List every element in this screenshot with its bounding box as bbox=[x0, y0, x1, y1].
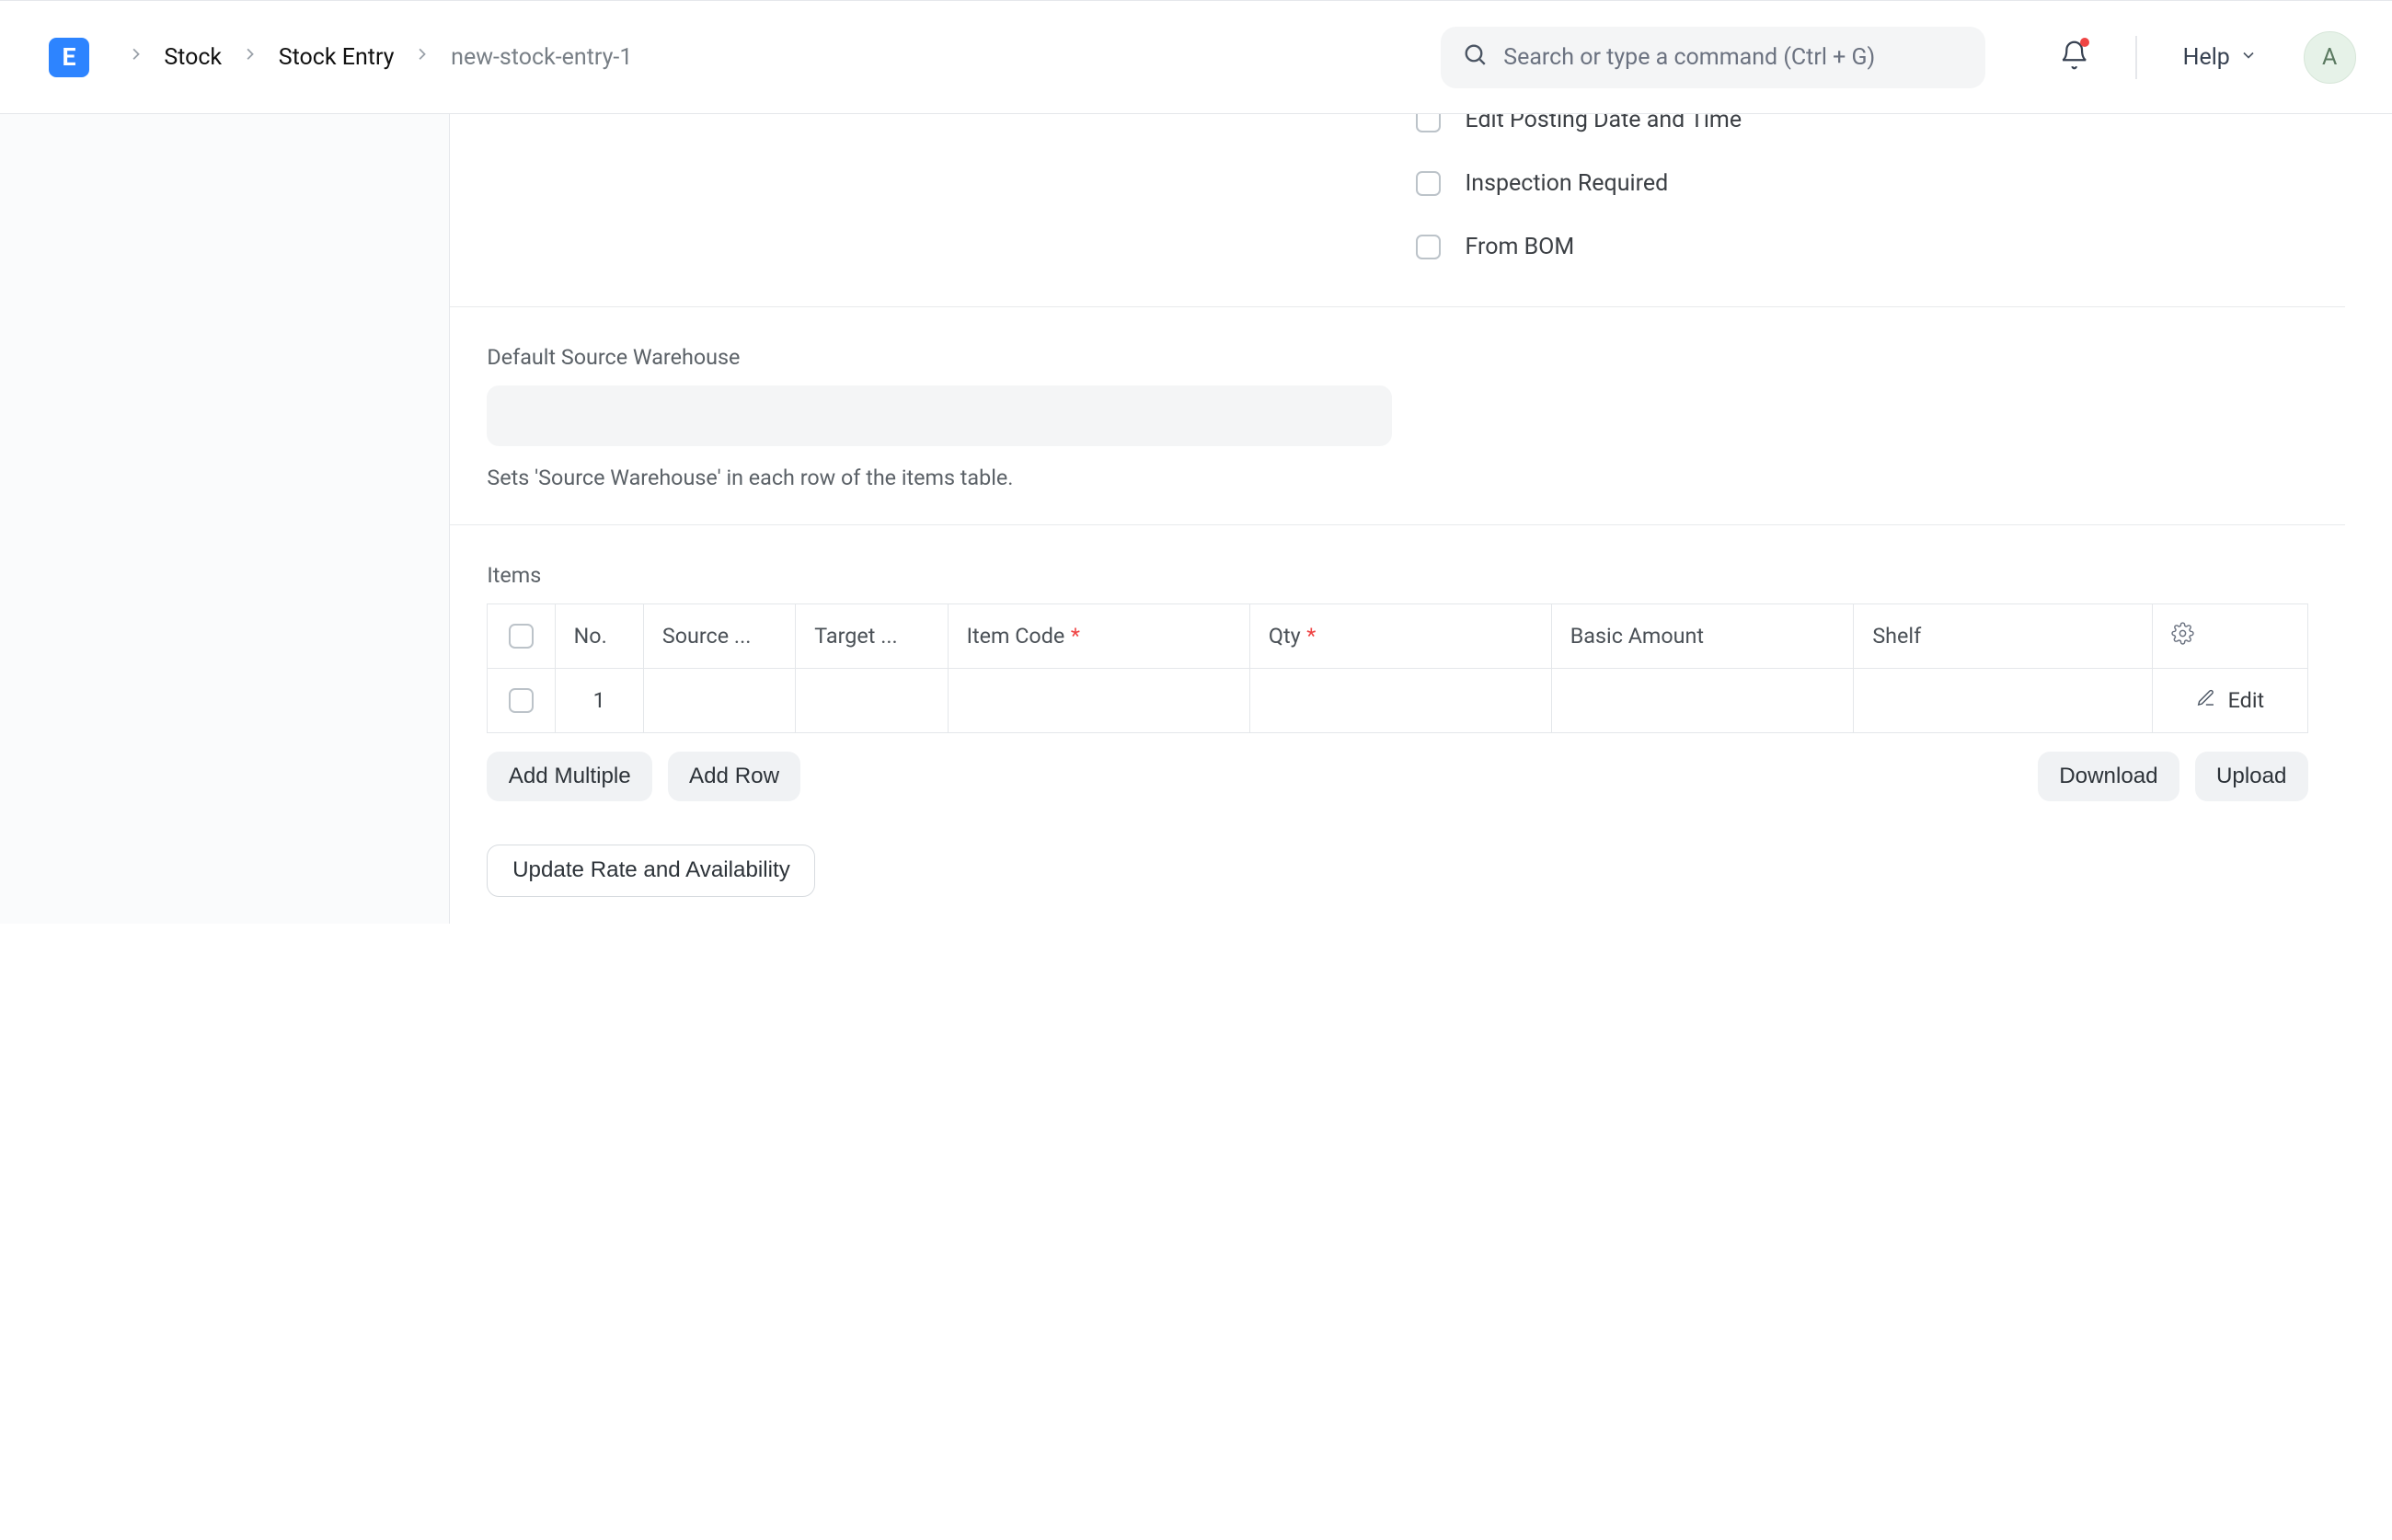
update-rate-button[interactable]: Update Rate and Availability bbox=[487, 845, 815, 897]
source-warehouse-section: Default Source Warehouse Sets 'Source Wa… bbox=[450, 307, 2344, 490]
th-source[interactable]: Source ... bbox=[643, 603, 795, 668]
th-qty-label: Qty bbox=[1269, 623, 1301, 649]
label-edit-posting: Edit Posting Date and Time bbox=[1465, 114, 1742, 133]
avatar[interactable]: A bbox=[2304, 31, 2356, 84]
label-from-bom: From BOM bbox=[1465, 234, 1574, 260]
label-default-source-warehouse: Default Source Warehouse bbox=[487, 344, 2307, 370]
search-icon bbox=[1462, 41, 1488, 74]
th-select-all bbox=[488, 603, 555, 668]
breadcrumb: Stock Stock Entry new-stock-entry-1 bbox=[126, 44, 633, 71]
th-item-code-label: Item Code bbox=[967, 623, 1065, 649]
desc-default-source-warehouse: Sets 'Source Warehouse' in each row of t… bbox=[487, 465, 2307, 490]
chevron-right-icon bbox=[412, 44, 432, 71]
notification-dot bbox=[2080, 38, 2089, 47]
th-basic-amount[interactable]: Basic Amount bbox=[1551, 603, 1854, 668]
search-placeholder: Search or type a command (Ctrl + G) bbox=[1503, 44, 1875, 71]
cell-qty[interactable] bbox=[1249, 668, 1551, 732]
edit-label: Edit bbox=[2228, 687, 2265, 713]
required-star: * bbox=[1306, 623, 1316, 649]
chevron-down-icon bbox=[2239, 44, 2258, 71]
breadcrumb-current: new-stock-entry-1 bbox=[451, 44, 632, 71]
cell-item-code[interactable] bbox=[948, 668, 1249, 732]
breadcrumb-stock-entry[interactable]: Stock Entry bbox=[279, 44, 395, 71]
edit-row-button[interactable]: Edit bbox=[2171, 687, 2289, 713]
th-target[interactable]: Target ... bbox=[796, 603, 948, 668]
cell-select bbox=[488, 668, 555, 732]
search-input[interactable]: Search or type a command (Ctrl + G) bbox=[1441, 27, 1985, 88]
checkbox-row[interactable] bbox=[509, 688, 534, 713]
navbar: E Stock Stock Entry new-stock-entry-1 Se… bbox=[0, 1, 2392, 114]
label-inspection-required: Inspection Required bbox=[1465, 170, 1668, 197]
gear-icon bbox=[2171, 625, 2194, 650]
cell-target[interactable] bbox=[796, 668, 948, 732]
checkbox-edit-posting[interactable] bbox=[1416, 114, 1441, 132]
th-no: No. bbox=[555, 603, 643, 668]
divider bbox=[2135, 36, 2137, 79]
upload-button[interactable]: Upload bbox=[2195, 752, 2308, 802]
required-star: * bbox=[1071, 623, 1080, 649]
add-multiple-button[interactable]: Add Multiple bbox=[487, 752, 652, 802]
checkbox-from-bom[interactable] bbox=[1416, 235, 1441, 259]
cell-basic-amount[interactable] bbox=[1551, 668, 1854, 732]
breadcrumb-stock[interactable]: Stock bbox=[164, 44, 222, 71]
checks-section: Edit Posting Date and Time Inspection Re… bbox=[450, 114, 2344, 260]
pencil-icon bbox=[2196, 687, 2216, 713]
help-dropdown[interactable]: Help bbox=[2183, 44, 2258, 71]
input-default-source-warehouse[interactable] bbox=[487, 385, 1392, 447]
th-item-code[interactable]: Item Code* bbox=[948, 603, 1249, 668]
table-header-row: No. Source ... Target ... Item Code* Qty… bbox=[488, 603, 2307, 668]
form-card: Edit Posting Date and Time Inspection Re… bbox=[449, 114, 2344, 924]
cell-source[interactable] bbox=[643, 668, 795, 732]
notifications-button[interactable] bbox=[2059, 40, 2089, 75]
chevron-right-icon bbox=[240, 44, 260, 71]
cell-edit: Edit bbox=[2152, 668, 2307, 732]
th-configure-columns[interactable] bbox=[2152, 603, 2307, 668]
left-gutter bbox=[0, 114, 449, 924]
download-button[interactable]: Download bbox=[2038, 752, 2179, 802]
checkbox-select-all[interactable] bbox=[509, 624, 534, 649]
cell-no: 1 bbox=[555, 668, 643, 732]
table-row[interactable]: 1 Edit bbox=[488, 668, 2307, 732]
checkbox-inspection-required[interactable] bbox=[1416, 171, 1441, 196]
table-buttons: Add Multiple Add Row Download Upload bbox=[487, 752, 2307, 802]
cell-shelf[interactable] bbox=[1854, 668, 2153, 732]
th-qty[interactable]: Qty* bbox=[1249, 603, 1551, 668]
items-section: Items No. Source ... Target ... Item Cod… bbox=[450, 525, 2344, 897]
th-shelf[interactable]: Shelf bbox=[1854, 603, 2153, 668]
label-items: Items bbox=[487, 562, 2307, 588]
items-table: No. Source ... Target ... Item Code* Qty… bbox=[487, 603, 2307, 733]
chevron-right-icon bbox=[126, 44, 146, 71]
avatar-initial: A bbox=[2322, 44, 2337, 71]
help-label: Help bbox=[2183, 44, 2230, 71]
add-row-button[interactable]: Add Row bbox=[668, 752, 801, 802]
app-logo[interactable]: E bbox=[49, 38, 88, 77]
